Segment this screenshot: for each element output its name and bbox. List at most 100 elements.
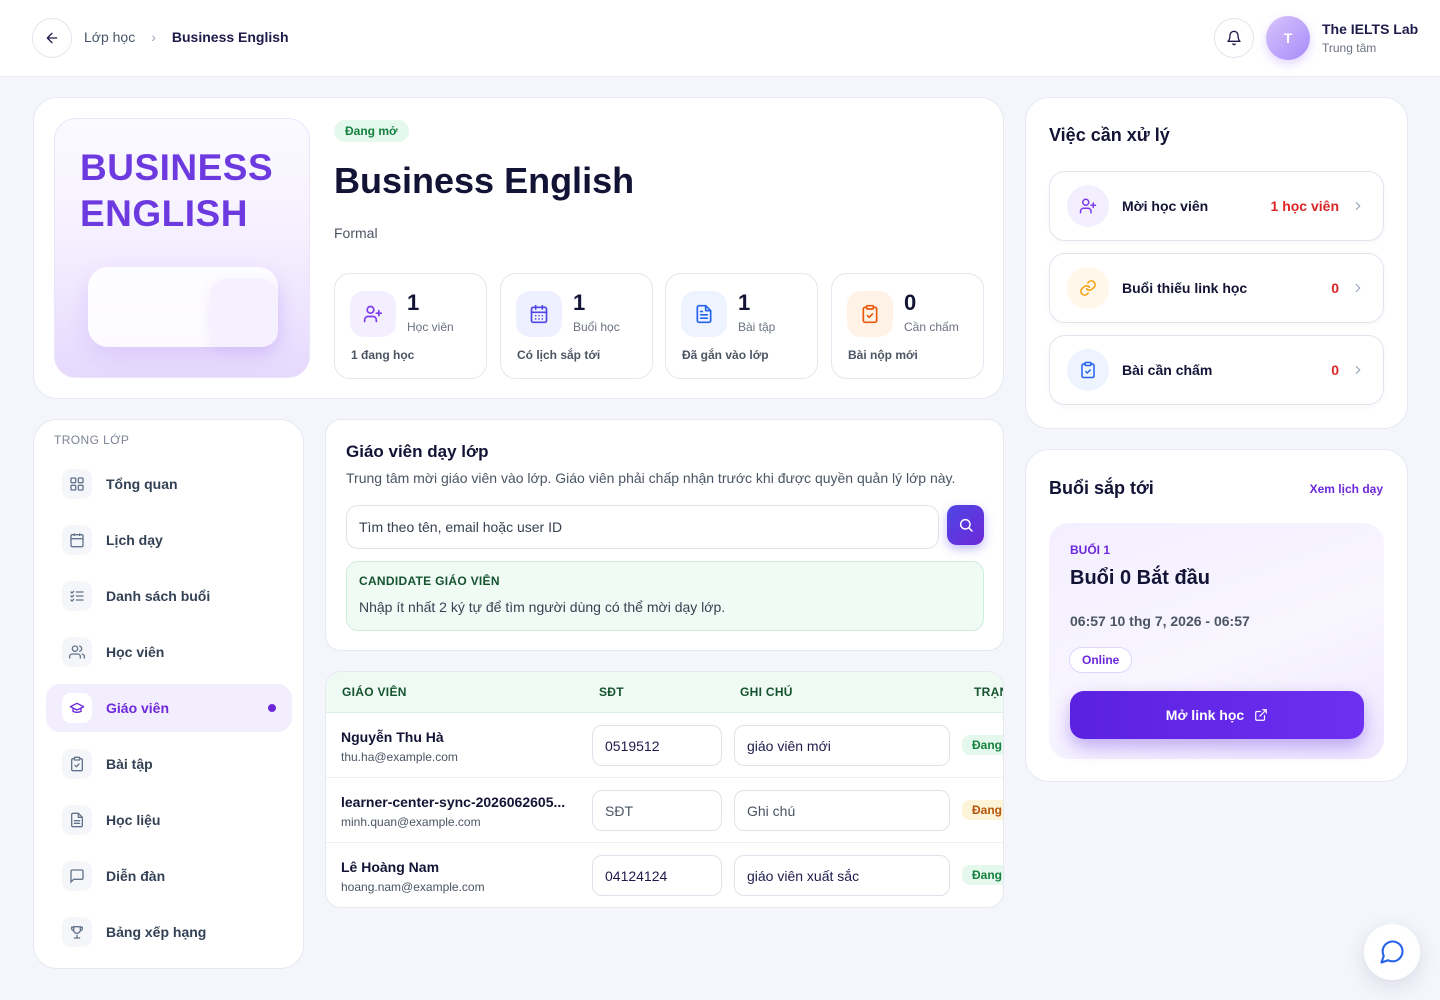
graduation-cap-icon [62,693,92,723]
todo-label: Mời học viên [1122,198,1209,214]
sidebar-item-overview[interactable]: Tổng quan [46,460,292,508]
search-icon [959,518,973,532]
sidebar-item-label: Giáo viên [106,700,170,716]
todo-value: 0 [1331,280,1339,296]
account-info[interactable]: The IELTS Lab Trung tâm [1322,21,1418,55]
sidebar-item-sessions[interactable]: Danh sách buổi [46,572,292,620]
clipboard-check-icon [1067,349,1109,391]
section-title: Việc cần xử lý [1049,125,1170,145]
user-plus-icon [350,291,396,337]
sidebar-item-assignments[interactable]: Bài tập [46,740,292,788]
sidebar-item-label: Tổng quan [106,476,178,492]
session-time: 06:57 10 thg 7, 2026 - 06:57 [1070,613,1250,629]
sidebar-item-materials[interactable]: Học liệu [46,796,292,844]
teacher-table: GIÁO VIÊN SĐT GHI CHÚ TRẠNG Nguyễn Thu H… [325,671,1004,908]
column-header-phone: SĐT [599,685,624,699]
sidebar-item-teachers[interactable]: Giáo viên [46,684,292,732]
grid-icon [62,469,92,499]
teacher-email: minh.quan@example.com [341,815,481,829]
trophy-icon [62,917,92,947]
sidebar-item-label: Bài tập [106,756,153,772]
session-mode-badge: Online [1069,647,1133,673]
sidebar-item-schedule[interactable]: Lịch dạy [46,516,292,564]
view-schedule-link[interactable]: Xem lịch dạy [1310,482,1383,496]
stat-card-assignments[interactable]: 1 Bài tập Đã gắn vào lớp [665,273,818,379]
note-input[interactable] [734,725,950,766]
todo-grading[interactable]: Bài cần chấm 0 [1049,335,1384,405]
clipboard-check-icon [847,291,893,337]
sidebar-item-label: Diễn đàn [106,868,166,884]
note-input[interactable] [734,790,950,831]
todo-invite-students[interactable]: Mời học viên 1 học viên [1049,171,1384,241]
teacher-search-input[interactable] [346,505,939,549]
breadcrumb-current: Business English [171,29,289,45]
users-icon [62,637,92,667]
bell-icon [1227,30,1241,46]
open-class-link-button[interactable]: Mở link học [1070,691,1364,739]
sidebar-item-forum[interactable]: Diễn đàn [46,852,292,900]
sidebar-item-label: Bảng xếp hạng [106,924,207,940]
candidate-title: CANDIDATE GIÁO VIÊN [359,574,500,588]
stat-label: Học viên [407,320,454,334]
cover-decoration-small [210,279,278,347]
stat-value: 1 [738,290,751,315]
search-button[interactable] [947,505,984,545]
active-indicator [268,704,276,712]
phone-input[interactable] [592,790,722,831]
sidebar-item-label: Lịch dạy [106,532,163,548]
avatar[interactable]: T [1266,16,1310,60]
notifications-button[interactable] [1214,18,1254,58]
sidebar-item-label: Học viên [106,644,165,660]
todo-label: Bài cần chấm [1122,362,1213,378]
sidebar-item-leaderboard[interactable]: Bảng xếp hạng [46,908,292,956]
button-label: Mở link học [1165,707,1245,723]
note-input[interactable] [734,855,950,896]
column-header-note: GHI CHÚ [740,685,793,699]
arrow-left-icon [46,32,58,44]
stat-value: 0 [904,290,917,315]
teacher-name: Nguyễn Thu Hà [341,729,444,745]
clipboard-icon [62,749,92,779]
todo-label: Buổi thiếu link học [1122,280,1248,296]
section-title: Buổi sắp tới [1049,478,1154,498]
class-cover: BUSINESS ENGLISH [54,118,310,378]
page-title: Business English [334,160,635,201]
stat-label: Buổi học [573,320,620,334]
back-button[interactable] [32,18,72,58]
candidate-hint: Nhập ít nhất 2 ký tự để tìm người dùng c… [359,599,726,615]
chevron-right-icon [1355,201,1361,211]
message-square-icon [62,861,92,891]
stat-value: 1 [573,290,586,315]
stat-card-grading[interactable]: 0 Cần chấm Bài nộp mới [831,273,984,379]
teacher-name: learner-center-sync-2026062605... [341,794,566,810]
top-bar: Lớp học › Business English T The IELTS L… [0,0,1440,77]
chat-button[interactable] [1364,924,1420,980]
phone-input[interactable] [592,725,722,766]
class-overview-card: BUSINESS ENGLISH Đang mở Business Englis… [33,97,1004,399]
file-text-icon [62,805,92,835]
breadcrumb-classes-link[interactable]: Lớp học [84,29,135,45]
chevron-right-icon [1355,365,1361,375]
stat-foot: Bài nộp mới [848,348,918,362]
stat-card-sessions[interactable]: 1 Buổi học Có lịch sắp tới [500,273,653,379]
class-sidebar: TRONG LỚP Tổng quan Lịch dạy Danh sách b… [33,419,304,969]
status-badge: Đang [962,865,1003,885]
teacher-email: hoang.nam@example.com [341,880,485,894]
column-header-status: TRẠNG [974,685,1003,699]
link-icon [1067,267,1109,309]
stat-foot: 1 đang học [351,348,415,362]
todo-missing-links[interactable]: Buổi thiếu link học 0 [1049,253,1384,323]
calendar-icon [516,291,562,337]
external-link-icon [1255,709,1268,721]
section-description: Trung tâm mời giáo viên vào lớp. Giáo vi… [346,470,956,486]
sidebar-item-students[interactable]: Học viên [46,628,292,676]
phone-input[interactable] [592,855,722,896]
list-check-icon [62,581,92,611]
upcoming-sessions-card: Buổi sắp tới Xem lịch dạy BUỔI 1 Buổi 0 … [1025,449,1408,782]
stat-card-students[interactable]: 1 Học viên 1 đang học [334,273,487,379]
table-header: GIÁO VIÊN SĐT GHI CHÚ TRẠNG [326,672,1003,713]
session-label: BUỔI 1 [1070,543,1111,557]
table-row: Lê Hoàng Nam hoang.nam@example.com Đang [326,843,1003,907]
candidate-box: CANDIDATE GIÁO VIÊN Nhập ít nhất 2 ký tự… [346,561,984,631]
stat-label: Bài tập [738,320,776,334]
